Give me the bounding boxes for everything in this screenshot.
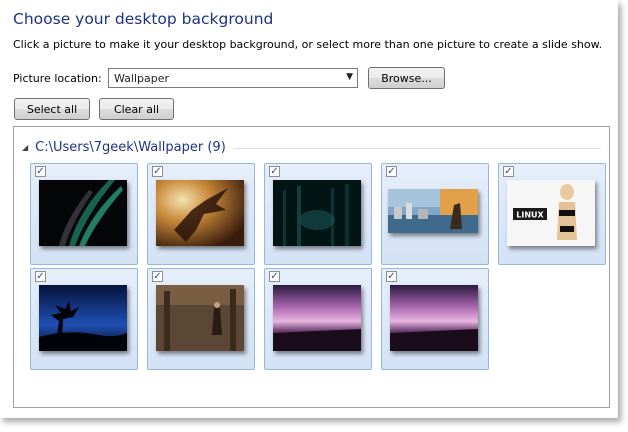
group-name: C:\Users\7geek\Wallpaper (9) bbox=[35, 139, 226, 155]
group-divider bbox=[233, 147, 601, 149]
wallpaper-thumbnail bbox=[156, 285, 244, 351]
wallpaper-checkbox[interactable]: ✓ bbox=[152, 271, 163, 282]
wallpaper-tile[interactable]: ✓ bbox=[30, 163, 138, 265]
group-header[interactable]: ◢ C:\Users\7geek\Wallpaper (9) bbox=[22, 139, 601, 155]
picture-location-select[interactable]: Wallpaper ▼ bbox=[108, 68, 358, 88]
wallpaper-checkbox[interactable]: ✓ bbox=[269, 271, 280, 282]
wallpaper-checkbox[interactable]: ✓ bbox=[503, 166, 514, 177]
wallpaper-checkbox[interactable]: ✓ bbox=[386, 166, 397, 177]
browse-button[interactable]: Browse... bbox=[368, 67, 445, 89]
clear-all-button[interactable]: Clear all bbox=[99, 98, 174, 120]
wallpaper-checkbox[interactable]: ✓ bbox=[35, 271, 46, 282]
wallpaper-checkbox[interactable]: ✓ bbox=[152, 166, 163, 177]
wallpaper-thumbnail bbox=[273, 180, 361, 246]
svg-text:LINUX: LINUX bbox=[516, 211, 544, 220]
wallpaper-tile[interactable]: ✓ LINUX bbox=[498, 163, 606, 265]
picture-location-label: Picture location: bbox=[13, 72, 102, 85]
page-title: Choose your desktop background bbox=[13, 10, 274, 28]
wallpaper-tile[interactable]: ✓ bbox=[147, 268, 255, 370]
wallpaper-thumbnail bbox=[273, 285, 361, 351]
wallpaper-tile[interactable]: ✓ bbox=[264, 268, 372, 370]
wallpaper-thumbnail bbox=[390, 285, 478, 351]
wallpaper-thumbnail bbox=[156, 180, 244, 246]
wallpaper-thumbnail bbox=[39, 180, 127, 246]
wallpaper-thumbnail bbox=[39, 285, 127, 351]
picture-location-value: Wallpaper bbox=[114, 71, 170, 85]
select-all-button[interactable]: Select all bbox=[14, 98, 90, 120]
wallpaper-list-panel: ◢ C:\Users\7geek\Wallpaper (9) ✓ ✓ ✓ ✓ ✓… bbox=[13, 126, 610, 408]
wallpaper-tile[interactable]: ✓ bbox=[381, 268, 489, 370]
wallpaper-checkbox[interactable]: ✓ bbox=[269, 166, 280, 177]
chevron-down-icon[interactable]: ▼ bbox=[346, 72, 353, 82]
desktop-background-window: Choose your desktop background Click a p… bbox=[0, 0, 618, 418]
wallpaper-thumbnail bbox=[388, 189, 478, 233]
wallpaper-tile[interactable]: ✓ bbox=[381, 163, 489, 265]
page-description: Click a picture to make it your desktop … bbox=[13, 38, 603, 51]
wallpaper-checkbox[interactable]: ✓ bbox=[386, 271, 397, 282]
wallpaper-thumbnail: LINUX bbox=[507, 180, 595, 246]
wallpaper-tile[interactable]: ✓ bbox=[264, 163, 372, 265]
wallpaper-checkbox[interactable]: ✓ bbox=[35, 166, 46, 177]
wallpaper-tile[interactable]: ✓ bbox=[147, 163, 255, 265]
wallpaper-tile[interactable]: ✓ bbox=[30, 268, 138, 370]
collapse-triangle-icon[interactable]: ◢ bbox=[22, 143, 28, 152]
